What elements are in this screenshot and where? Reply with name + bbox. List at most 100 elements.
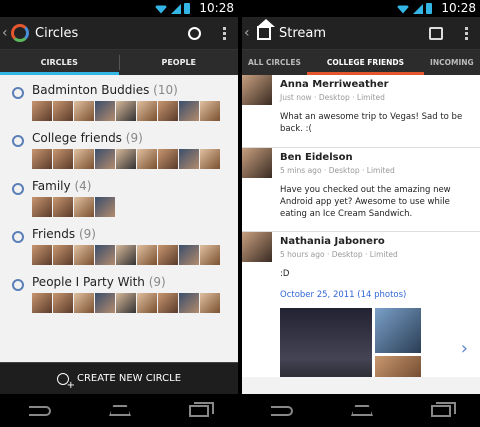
circle-count: (9) <box>78 227 96 241</box>
photo-thumbnail[interactable] <box>280 308 372 377</box>
avatar <box>200 101 220 121</box>
avatar <box>95 197 115 217</box>
post-author[interactable]: Nathania Jabonero <box>280 236 474 247</box>
avatar[interactable] <box>242 232 272 262</box>
stream-home-icon[interactable] <box>257 19 275 40</box>
circles-screen: 10:28 ‹ Circles CIRCLES PEOPLE Badminton… <box>0 0 238 427</box>
tab-incoming[interactable]: INCOMING <box>424 50 480 75</box>
avatar <box>32 101 52 121</box>
avatar <box>158 149 178 169</box>
avatar <box>32 197 52 217</box>
post-text: Have you checked out the amazing new And… <box>280 185 451 219</box>
stream-tabs: ALL CIRCLES COLLEGE FRIENDS INCOMING <box>242 50 480 75</box>
post-author[interactable]: Ben Eidelson <box>280 152 474 163</box>
compose-icon[interactable] <box>429 27 443 40</box>
avatar <box>137 101 157 121</box>
post-author[interactable]: Anna Merriweather <box>280 79 474 90</box>
tab-all-circles[interactable]: ALL CIRCLES <box>242 50 307 75</box>
circle-item[interactable]: Badminton Buddies (10) <box>0 81 238 129</box>
avatar <box>116 293 136 313</box>
status-icons <box>396 3 432 14</box>
photo-thumbnail[interactable] <box>375 356 421 377</box>
action-bar: ‹ Stream <box>242 17 480 50</box>
avatar <box>53 197 73 217</box>
back-icon[interactable] <box>271 405 293 416</box>
create-circle-label: CREATE NEW CIRCLE <box>76 373 182 384</box>
circle-count: (9) <box>148 275 166 289</box>
page-title: Stream <box>279 25 327 41</box>
avatar <box>116 245 136 265</box>
circles-list: Badminton Buddies (10) College friends (… <box>0 75 238 361</box>
circle-item[interactable]: College friends (9) <box>0 129 238 177</box>
circle-icon <box>12 183 24 195</box>
avatar[interactable] <box>242 148 272 178</box>
tab-people[interactable]: PEOPLE <box>120 50 239 75</box>
back-icon[interactable] <box>29 405 51 416</box>
post-text: :D <box>280 269 290 279</box>
wifi-icon <box>396 5 410 14</box>
circle-count: (4) <box>74 179 92 193</box>
avatar <box>179 101 199 121</box>
add-circle-icon <box>56 372 75 391</box>
avatar <box>95 149 115 169</box>
avatar <box>32 293 52 313</box>
post-text: What an awesome trip to Vegas! Sad to be… <box>280 112 463 134</box>
home-icon[interactable] <box>109 405 131 416</box>
avatar <box>116 101 136 121</box>
tab-college-friends[interactable]: COLLEGE FRIENDS <box>306 50 425 75</box>
chevron-right-icon[interactable]: › <box>461 338 468 359</box>
album-link[interactable]: October 25, 2011 (14 photos) <box>242 290 474 300</box>
circle-icon <box>12 279 24 291</box>
overflow-menu-icon[interactable] <box>465 27 468 40</box>
system-nav-bar <box>0 394 238 427</box>
home-icon[interactable] <box>351 405 373 416</box>
avatar <box>32 245 52 265</box>
stream-feed: Anna Merriweather Just now · Desktop · L… <box>242 75 480 377</box>
create-new-circle-button[interactable]: CREATE NEW CIRCLE <box>0 362 238 394</box>
circles-app-icon[interactable] <box>11 24 29 42</box>
up-caret-icon[interactable]: ‹ <box>2 25 11 41</box>
recent-apps-icon[interactable] <box>189 401 214 417</box>
post-meta: 5 hours ago · Desktop · Limited <box>280 250 398 259</box>
tab-circles[interactable]: CIRCLES <box>0 50 119 75</box>
circle-name: Friends <box>32 227 76 241</box>
avatar <box>200 293 220 313</box>
avatar <box>95 245 115 265</box>
photo-thumbnail[interactable] <box>375 308 421 353</box>
member-thumbnails <box>32 197 115 217</box>
avatar <box>179 293 199 313</box>
circle-item[interactable]: Family (4) <box>0 177 238 225</box>
avatar <box>116 149 136 169</box>
battery-icon <box>426 3 432 14</box>
signal-icon <box>171 3 181 14</box>
status-time: 10:28 <box>441 1 476 15</box>
avatar <box>74 197 94 217</box>
status-bar: 10:28 <box>0 0 238 17</box>
post-item[interactable]: Anna Merriweather Just now · Desktop · L… <box>242 75 480 148</box>
circle-item[interactable]: People I Party With (9) <box>0 273 238 321</box>
avatar <box>200 245 220 265</box>
photo-strip[interactable]: › <box>242 308 474 377</box>
circle-item[interactable]: Friends (9) <box>0 225 238 273</box>
circle-name: College friends <box>32 131 122 145</box>
avatar <box>74 293 94 313</box>
search-icon[interactable] <box>188 27 201 40</box>
avatar <box>95 101 115 121</box>
recent-apps-icon[interactable] <box>431 401 456 417</box>
status-bar: 10:28 <box>242 0 480 17</box>
avatar[interactable] <box>242 75 272 105</box>
circle-name: Badminton Buddies <box>32 83 150 97</box>
avatar <box>74 101 94 121</box>
battery-icon <box>184 3 190 14</box>
avatar <box>137 245 157 265</box>
overflow-menu-icon[interactable] <box>223 27 226 40</box>
member-thumbnails <box>32 149 220 169</box>
post-item[interactable]: Nathania Jabonero 5 hours ago · Desktop … <box>242 232 480 377</box>
post-item[interactable]: Ben Eidelson 5 mins ago · Desktop · Limi… <box>242 148 480 232</box>
up-caret-icon[interactable]: ‹ <box>244 25 253 41</box>
avatar <box>137 149 157 169</box>
avatar <box>179 245 199 265</box>
post-meta: 5 mins ago · Desktop · Limited <box>280 166 395 175</box>
circle-icon <box>12 135 24 147</box>
avatar <box>158 101 178 121</box>
